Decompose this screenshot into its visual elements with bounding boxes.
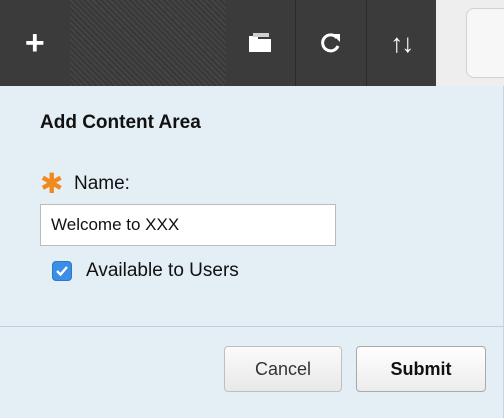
checkmark-icon [56,266,68,277]
toolbar-spacer [69,0,226,86]
dialog-footer: Cancel Submit [0,326,504,418]
add-button[interactable]: + [0,0,70,86]
name-label: Name: [74,173,130,194]
side-tab[interactable] [466,8,504,78]
submit-button[interactable]: Submit [356,346,486,392]
available-to-users-row[interactable]: Available to Users [52,260,239,282]
toolbar: + ↑↓ [0,0,436,86]
available-checkbox[interactable] [52,261,72,281]
name-field-label-row: ✱ Name: [40,170,130,198]
dialog-title: Add Content Area [40,112,201,133]
add-content-area-dialog: Add Content Area ✱ Name: Available to Us… [0,86,504,326]
required-asterisk-icon: ✱ [40,168,64,199]
folder-icon [247,33,273,53]
manage-folder-button[interactable] [226,0,296,86]
page: + ↑↓ Add Content Area ✱ Name: Welcome to… [0,0,504,418]
reorder-button[interactable]: ↑↓ [366,0,436,86]
available-label: Available to Users [86,260,239,281]
plus-icon: + [24,24,45,62]
name-input[interactable] [40,204,336,246]
sort-arrows-icon: ↑↓ [390,27,414,58]
refresh-icon [319,31,343,55]
cancel-button[interactable]: Cancel [224,346,342,392]
refresh-button[interactable] [296,0,366,86]
